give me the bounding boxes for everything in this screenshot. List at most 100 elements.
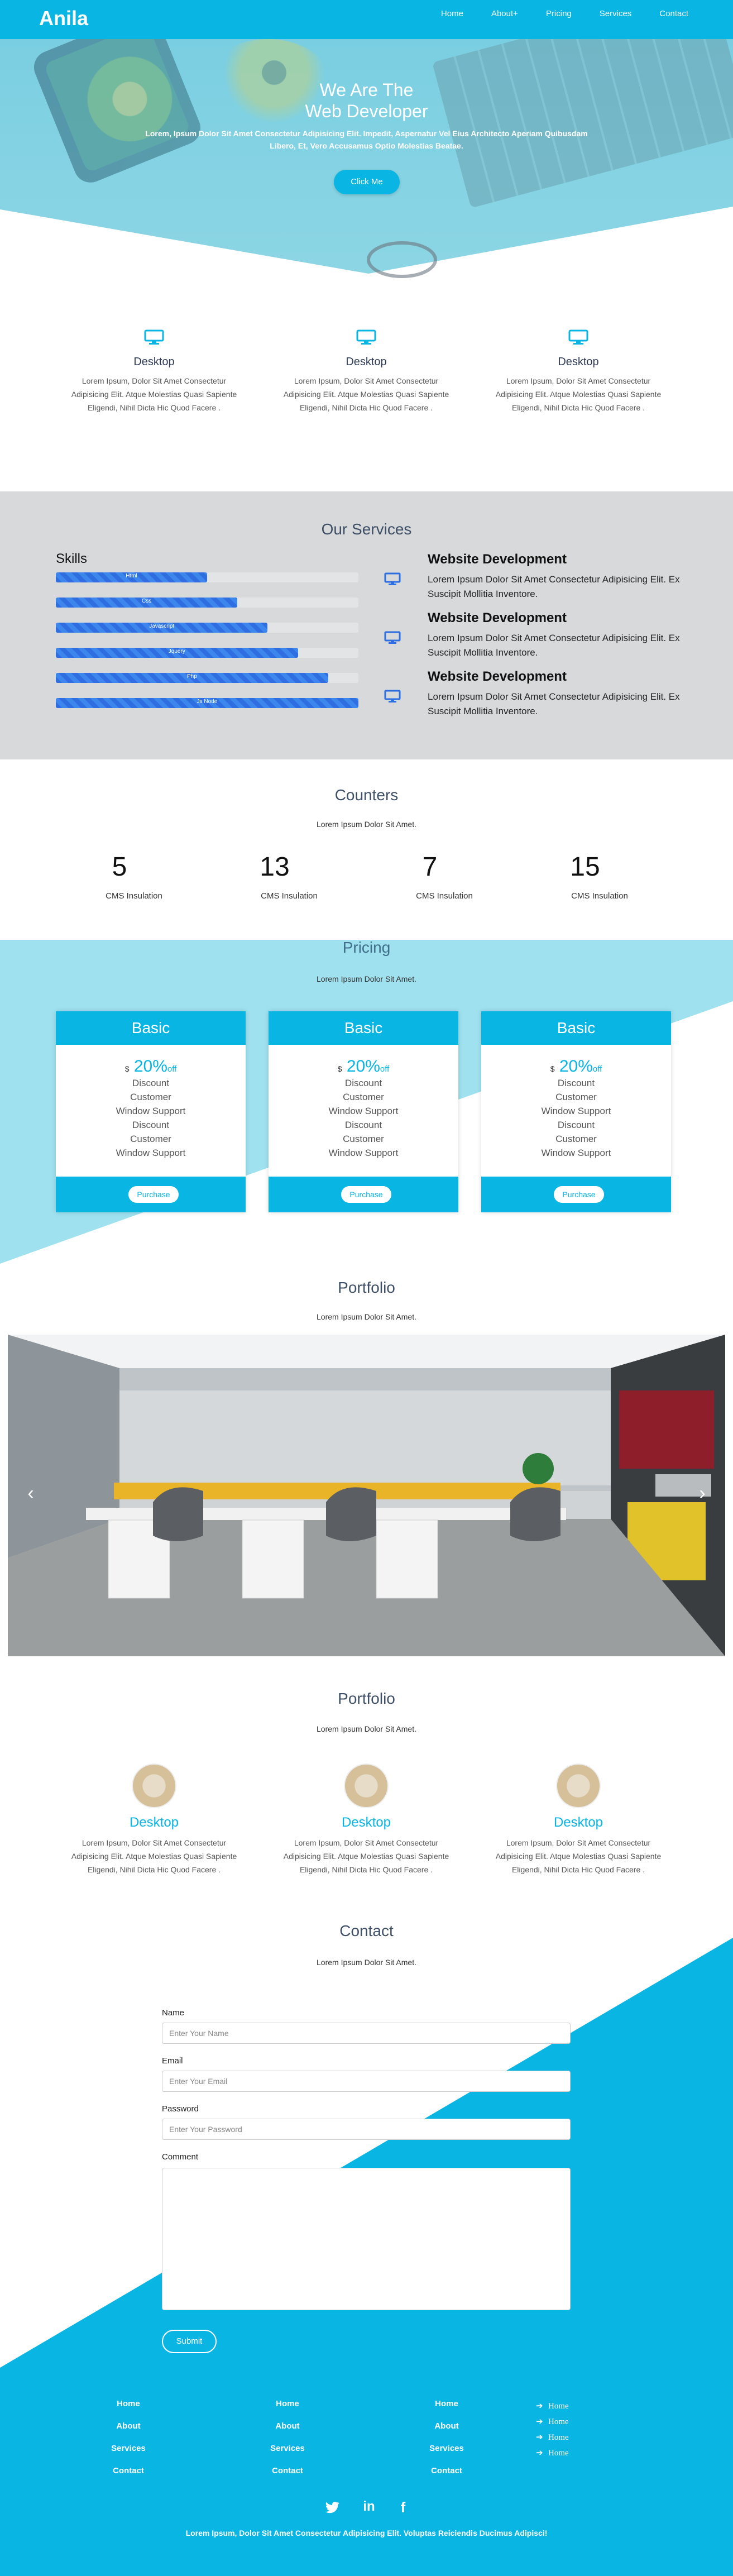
footer-link-services[interactable]: Services	[254, 2438, 321, 2460]
portfolio2-subtitle: Lorem Ipsum Dolor Sit Amet.	[317, 1724, 416, 1733]
email-input[interactable]: Enter Your Email	[162, 2071, 571, 2092]
nav-link-services[interactable]: Services	[600, 9, 632, 18]
purchase-button[interactable]: Purchase	[341, 1186, 391, 1203]
name-input[interactable]: Enter Your Name	[162, 2023, 571, 2044]
services-section: Our Services Skills Html Css Javascript …	[0, 491, 733, 759]
navbar: Anila Home About+ Pricing Services Conta…	[0, 0, 733, 39]
service-title: Website Development	[428, 552, 567, 567]
footer-link-home[interactable]: Home	[254, 2393, 321, 2415]
footer-link-about[interactable]: About	[413, 2415, 480, 2438]
counter-value: 13	[260, 852, 290, 882]
submit-button[interactable]: Submit	[162, 2330, 217, 2353]
feature-card: Desktop Lorem Ipsum, Dolor Sit Amet Cons…	[282, 329, 450, 414]
comment-textarea[interactable]	[162, 2168, 571, 2310]
arrow-right-icon: ➔	[536, 2433, 543, 2442]
footer-column: Home About Services Contact	[413, 2393, 480, 2482]
skill-bar-html: Html	[56, 572, 358, 582]
carousel-prev-button[interactable]: ‹	[22, 1483, 39, 1505]
counter-value: 7	[422, 852, 438, 882]
plan-price: $ 20%off	[337, 1057, 390, 1076]
portfolio-card-text: Lorem Ipsum, Dolor Sit Amet Consectetur …	[283, 1838, 449, 1874]
counter-label: CMS Insulation	[416, 891, 473, 901]
price-card: Basic $ 20%off Discount Customer Window Su…	[56, 1011, 246, 1212]
arrow-right-icon: ➔	[536, 2402, 543, 2411]
counter-label: CMS Insulation	[106, 891, 162, 901]
arrow-right-icon: ➔	[536, 2449, 543, 2458]
feature-card: Desktop Lorem Ipsum, Dolor Sit Amet Cons…	[495, 329, 662, 414]
plan-features: Discount Customer Window Support Discount Cu…	[328, 1078, 399, 1158]
portfolio-avatar	[557, 1765, 600, 1807]
nav-links: Home About+ Pricing Services Contact	[441, 9, 688, 18]
arrow-right-icon: ➔	[536, 2417, 543, 2426]
plan-footer: Purchase	[269, 1177, 458, 1212]
footer-link-contact[interactable]: Contact	[413, 2460, 480, 2482]
purchase-button[interactable]: Purchase	[554, 1186, 604, 1203]
plan-features: Discount Customer Window Support Discount Cu…	[116, 1078, 186, 1158]
footer-link-about[interactable]: About	[254, 2415, 321, 2438]
facebook-icon[interactable]: f	[395, 2499, 411, 2516]
contact-section: Contact Lorem Ipsum Dolor Sit Amet. Name…	[0, 1893, 733, 2373]
plan-features: Discount Customer Window Support Discount Cu…	[541, 1078, 611, 1158]
hero-title-line2: Web Developer	[305, 101, 428, 121]
pricing-title: Pricing	[342, 940, 391, 956]
footer-link-contact[interactable]: Contact	[254, 2460, 321, 2482]
portfolio-card-text: Lorem Ipsum, Dolor Sit Amet Consectetur …	[71, 1838, 237, 1874]
services-title: Our Services	[321, 520, 412, 538]
footer-list-item[interactable]: ➔ Home	[536, 2414, 569, 2430]
nav-link-home[interactable]: Home	[441, 9, 463, 18]
monitor-icon	[384, 690, 401, 702]
footer-list-item[interactable]: ➔ Home	[536, 2430, 569, 2445]
portfolio-card: Desktop Lorem Ipsum, Dolor Sit Amet Cons…	[70, 1765, 238, 1876]
desktop-icon	[144, 329, 164, 345]
footer-link-services[interactable]: Services	[413, 2438, 480, 2460]
password-input[interactable]: Enter Your Password	[162, 2119, 571, 2140]
footer-arrow-list: ➔ Home ➔ Home ➔ Home ➔ Home	[536, 2398, 569, 2461]
feature-text: Lorem Ipsum, Dolor Sit Amet Consectetur …	[71, 376, 237, 412]
hero-cta-button[interactable]: Click Me	[334, 170, 400, 194]
footer: Home About Services Contact Home About S…	[0, 2373, 733, 2576]
footer-list-item[interactable]: ➔ Home	[536, 2445, 569, 2461]
portfolio2-title: Portfolio	[338, 1690, 395, 1707]
footer-list-item[interactable]: ➔ Home	[536, 2398, 569, 2414]
counter-value: 5	[112, 852, 127, 882]
counter-label: CMS Insulation	[261, 891, 318, 901]
footer-link-contact[interactable]: Contact	[95, 2460, 162, 2482]
service-text: Lorem Ipsum Dolor Sit Amet Consectetur A…	[428, 633, 680, 658]
footer-link-about[interactable]: About	[95, 2415, 162, 2438]
skill-bar-php: Php	[56, 673, 358, 683]
plan-name: Basic	[56, 1011, 246, 1045]
counters-title: Counters	[334, 786, 399, 804]
skill-bar-css: Css	[56, 598, 358, 608]
footer-link-services[interactable]: Services	[95, 2438, 162, 2460]
price-card: Basic $ 20%off Discount Customer Window Su…	[481, 1011, 671, 1212]
carousel-next-button[interactable]: ›	[694, 1483, 711, 1505]
email-label: Email	[162, 2056, 183, 2066]
pricing-section: Pricing Lorem Ipsum Dolor Sit Amet. Basi…	[0, 940, 733, 1264]
twitter-icon[interactable]	[324, 2499, 341, 2516]
desktop-icon	[356, 329, 376, 345]
office-photo	[8, 1335, 725, 1656]
hero-title-line1: We Are The	[319, 80, 414, 100]
desktop-icon	[568, 329, 588, 345]
footer-column: Home About Services Contact	[95, 2393, 162, 2482]
price-card: Basic $ 20%off Discount Customer Window Su…	[269, 1011, 458, 1212]
hero-section: We Are The Web Developer Lorem, Ipsum Do…	[0, 39, 733, 296]
footer-link-home[interactable]: Home	[413, 2393, 480, 2415]
portfolio-card-title: Desktop	[129, 1815, 179, 1830]
hero-bottom-shape	[0, 207, 733, 296]
linkedin-icon[interactable]: in	[361, 2499, 377, 2516]
brand-logo[interactable]: Anila	[39, 7, 88, 30]
purchase-button[interactable]: Purchase	[128, 1186, 179, 1203]
plan-name: Basic	[481, 1011, 671, 1045]
monitor-icon	[384, 572, 401, 585]
service-text: Lorem Ipsum Dolor Sit Amet Consectetur A…	[428, 691, 680, 716]
pricing-subtitle: Lorem Ipsum Dolor Sit Amet.	[317, 974, 416, 983]
nav-link-about[interactable]: About+	[491, 9, 518, 18]
password-label: Password	[162, 2104, 199, 2114]
plan-footer: Purchase	[481, 1177, 671, 1212]
footer-link-home[interactable]: Home	[95, 2393, 162, 2415]
nav-link-contact[interactable]: Contact	[659, 9, 688, 18]
hero-subtitle: Lorem, Ipsum Dolor Sit Amet Consectetur …	[145, 129, 588, 150]
monitor-icon	[384, 631, 401, 644]
nav-link-pricing[interactable]: Pricing	[546, 9, 572, 18]
